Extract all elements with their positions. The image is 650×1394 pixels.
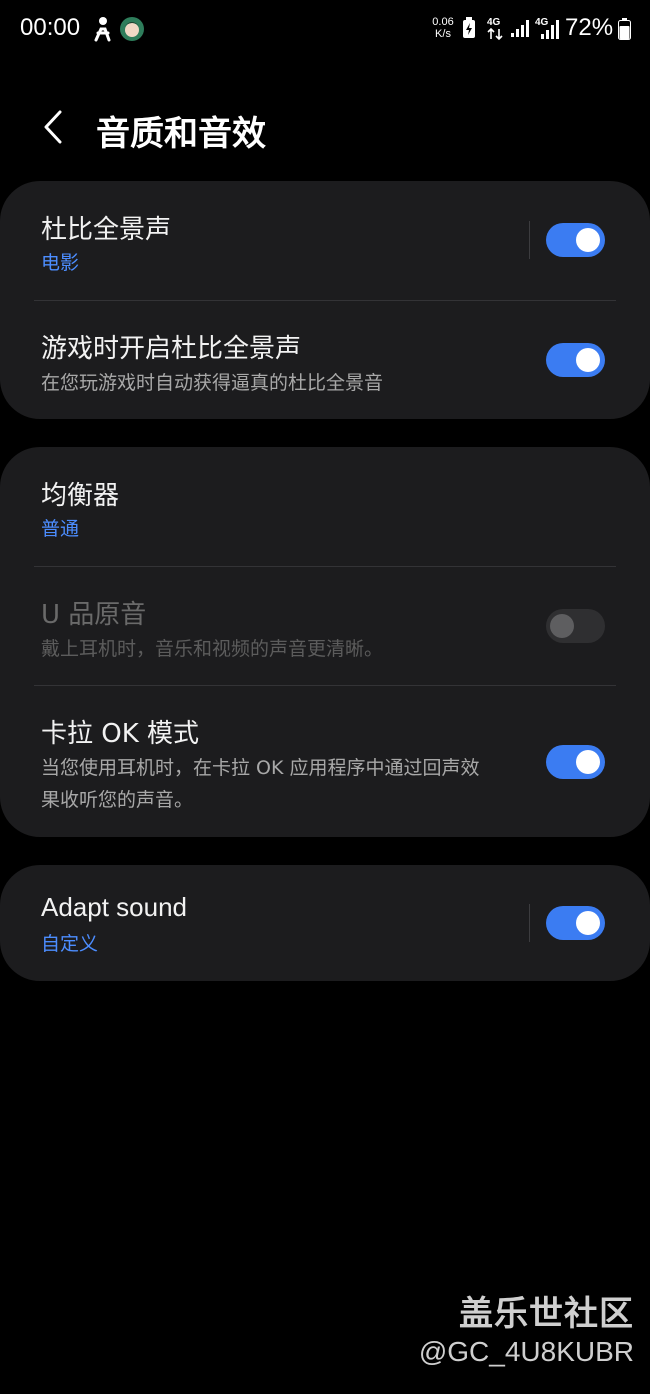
battery-icon xyxy=(618,18,631,44)
game-dolby-title: 游戏时开启杜比全景声 xyxy=(41,334,302,364)
uhq-toggle[interactable] xyxy=(546,609,605,643)
setting-row-game-dolby[interactable]: 游戏时开启杜比全景声 在您玩游戏时自动获得逼真的杜比全景音 xyxy=(0,301,650,419)
karaoke-toggle[interactable] xyxy=(546,745,605,779)
adapt-sound-toggle[interactable] xyxy=(546,906,605,940)
vertical-separator xyxy=(529,221,530,259)
setting-row-dolby-atmos[interactable]: 杜比全景声 电影 xyxy=(0,181,650,300)
watermark-user-handle: @GC_4U8KUBR xyxy=(418,1336,634,1367)
chevron-left-icon xyxy=(44,110,62,144)
toggle-knob xyxy=(576,911,600,935)
avatar-icon xyxy=(120,17,144,45)
vertical-separator xyxy=(529,904,530,942)
walker-icon xyxy=(92,16,114,46)
karaoke-subtitle-line1: 当您使用耳机时，在卡拉 OK 应用程序中通过回声效 xyxy=(41,757,480,779)
watermark-community-name: 盖乐世社区 xyxy=(459,1294,634,1334)
toggle-knob xyxy=(550,614,574,638)
game-dolby-subtitle: 在您玩游戏时自动获得逼真的杜比全景音 xyxy=(41,372,384,394)
audio-card: 均衡器 普通 U 品原音 戴上耳机时，音乐和视频的声音更清晰。 卡拉 OK 模式… xyxy=(0,447,650,837)
dolby-atmos-title: 杜比全景声 xyxy=(41,215,172,245)
uhq-subtitle: 戴上耳机时，音乐和视频的声音更清晰。 xyxy=(41,638,384,660)
toggle-knob xyxy=(576,228,600,252)
battery-saver-icon xyxy=(462,17,476,43)
setting-row-karaoke[interactable]: 卡拉 OK 模式 当您使用耳机时，在卡拉 OK 应用程序中通过回声效 果收听您的… xyxy=(0,686,650,837)
svg-text:4G: 4G xyxy=(487,17,501,28)
battery-percent: 72% xyxy=(565,14,614,41)
setting-row-uhq-upscaler[interactable]: U 品原音 戴上耳机时，音乐和视频的声音更清晰。 xyxy=(0,567,650,685)
equalizer-title: 均衡器 xyxy=(41,481,120,511)
app-header: 音质和音效 xyxy=(0,96,650,160)
karaoke-title: 卡拉 OK 模式 xyxy=(41,719,200,749)
status-time: 00:00 xyxy=(20,14,81,41)
status-bar: 00:00 0.06 K/s 4G 4G 72% xyxy=(0,0,650,60)
net-speed-unit: K/s xyxy=(435,28,451,40)
adapt-sound-card: Adapt sound 自定义 xyxy=(0,865,650,981)
signal-icon-1 xyxy=(510,18,530,42)
toggle-knob xyxy=(576,750,600,774)
karaoke-subtitle-line2: 果收听您的声音。 xyxy=(41,789,194,811)
toggle-knob xyxy=(576,348,600,372)
signal-icon-2: 4G xyxy=(535,15,561,45)
setting-row-adapt-sound[interactable]: Adapt sound 自定义 xyxy=(0,865,650,981)
uhq-title: U 品原音 xyxy=(41,600,147,630)
net-speed: 0.06 K/s xyxy=(428,16,458,40)
net-speed-value: 0.06 xyxy=(432,16,454,28)
adapt-sound-title: Adapt sound xyxy=(41,892,188,922)
game-dolby-toggle[interactable] xyxy=(546,343,605,377)
svg-text:4G: 4G xyxy=(535,17,549,28)
equalizer-subtitle: 普通 xyxy=(41,518,80,540)
dolby-card: 杜比全景声 电影 游戏时开启杜比全景声 在您玩游戏时自动获得逼真的杜比全景音 xyxy=(0,181,650,419)
page-title: 音质和音效 xyxy=(96,114,266,154)
back-button[interactable] xyxy=(30,104,76,150)
dolby-atmos-toggle[interactable] xyxy=(546,223,605,257)
dolby-atmos-subtitle: 电影 xyxy=(41,252,80,274)
adapt-sound-subtitle: 自定义 xyxy=(41,933,99,955)
network-type-1: 4G xyxy=(486,15,506,45)
setting-row-equalizer[interactable]: 均衡器 普通 xyxy=(0,447,650,566)
